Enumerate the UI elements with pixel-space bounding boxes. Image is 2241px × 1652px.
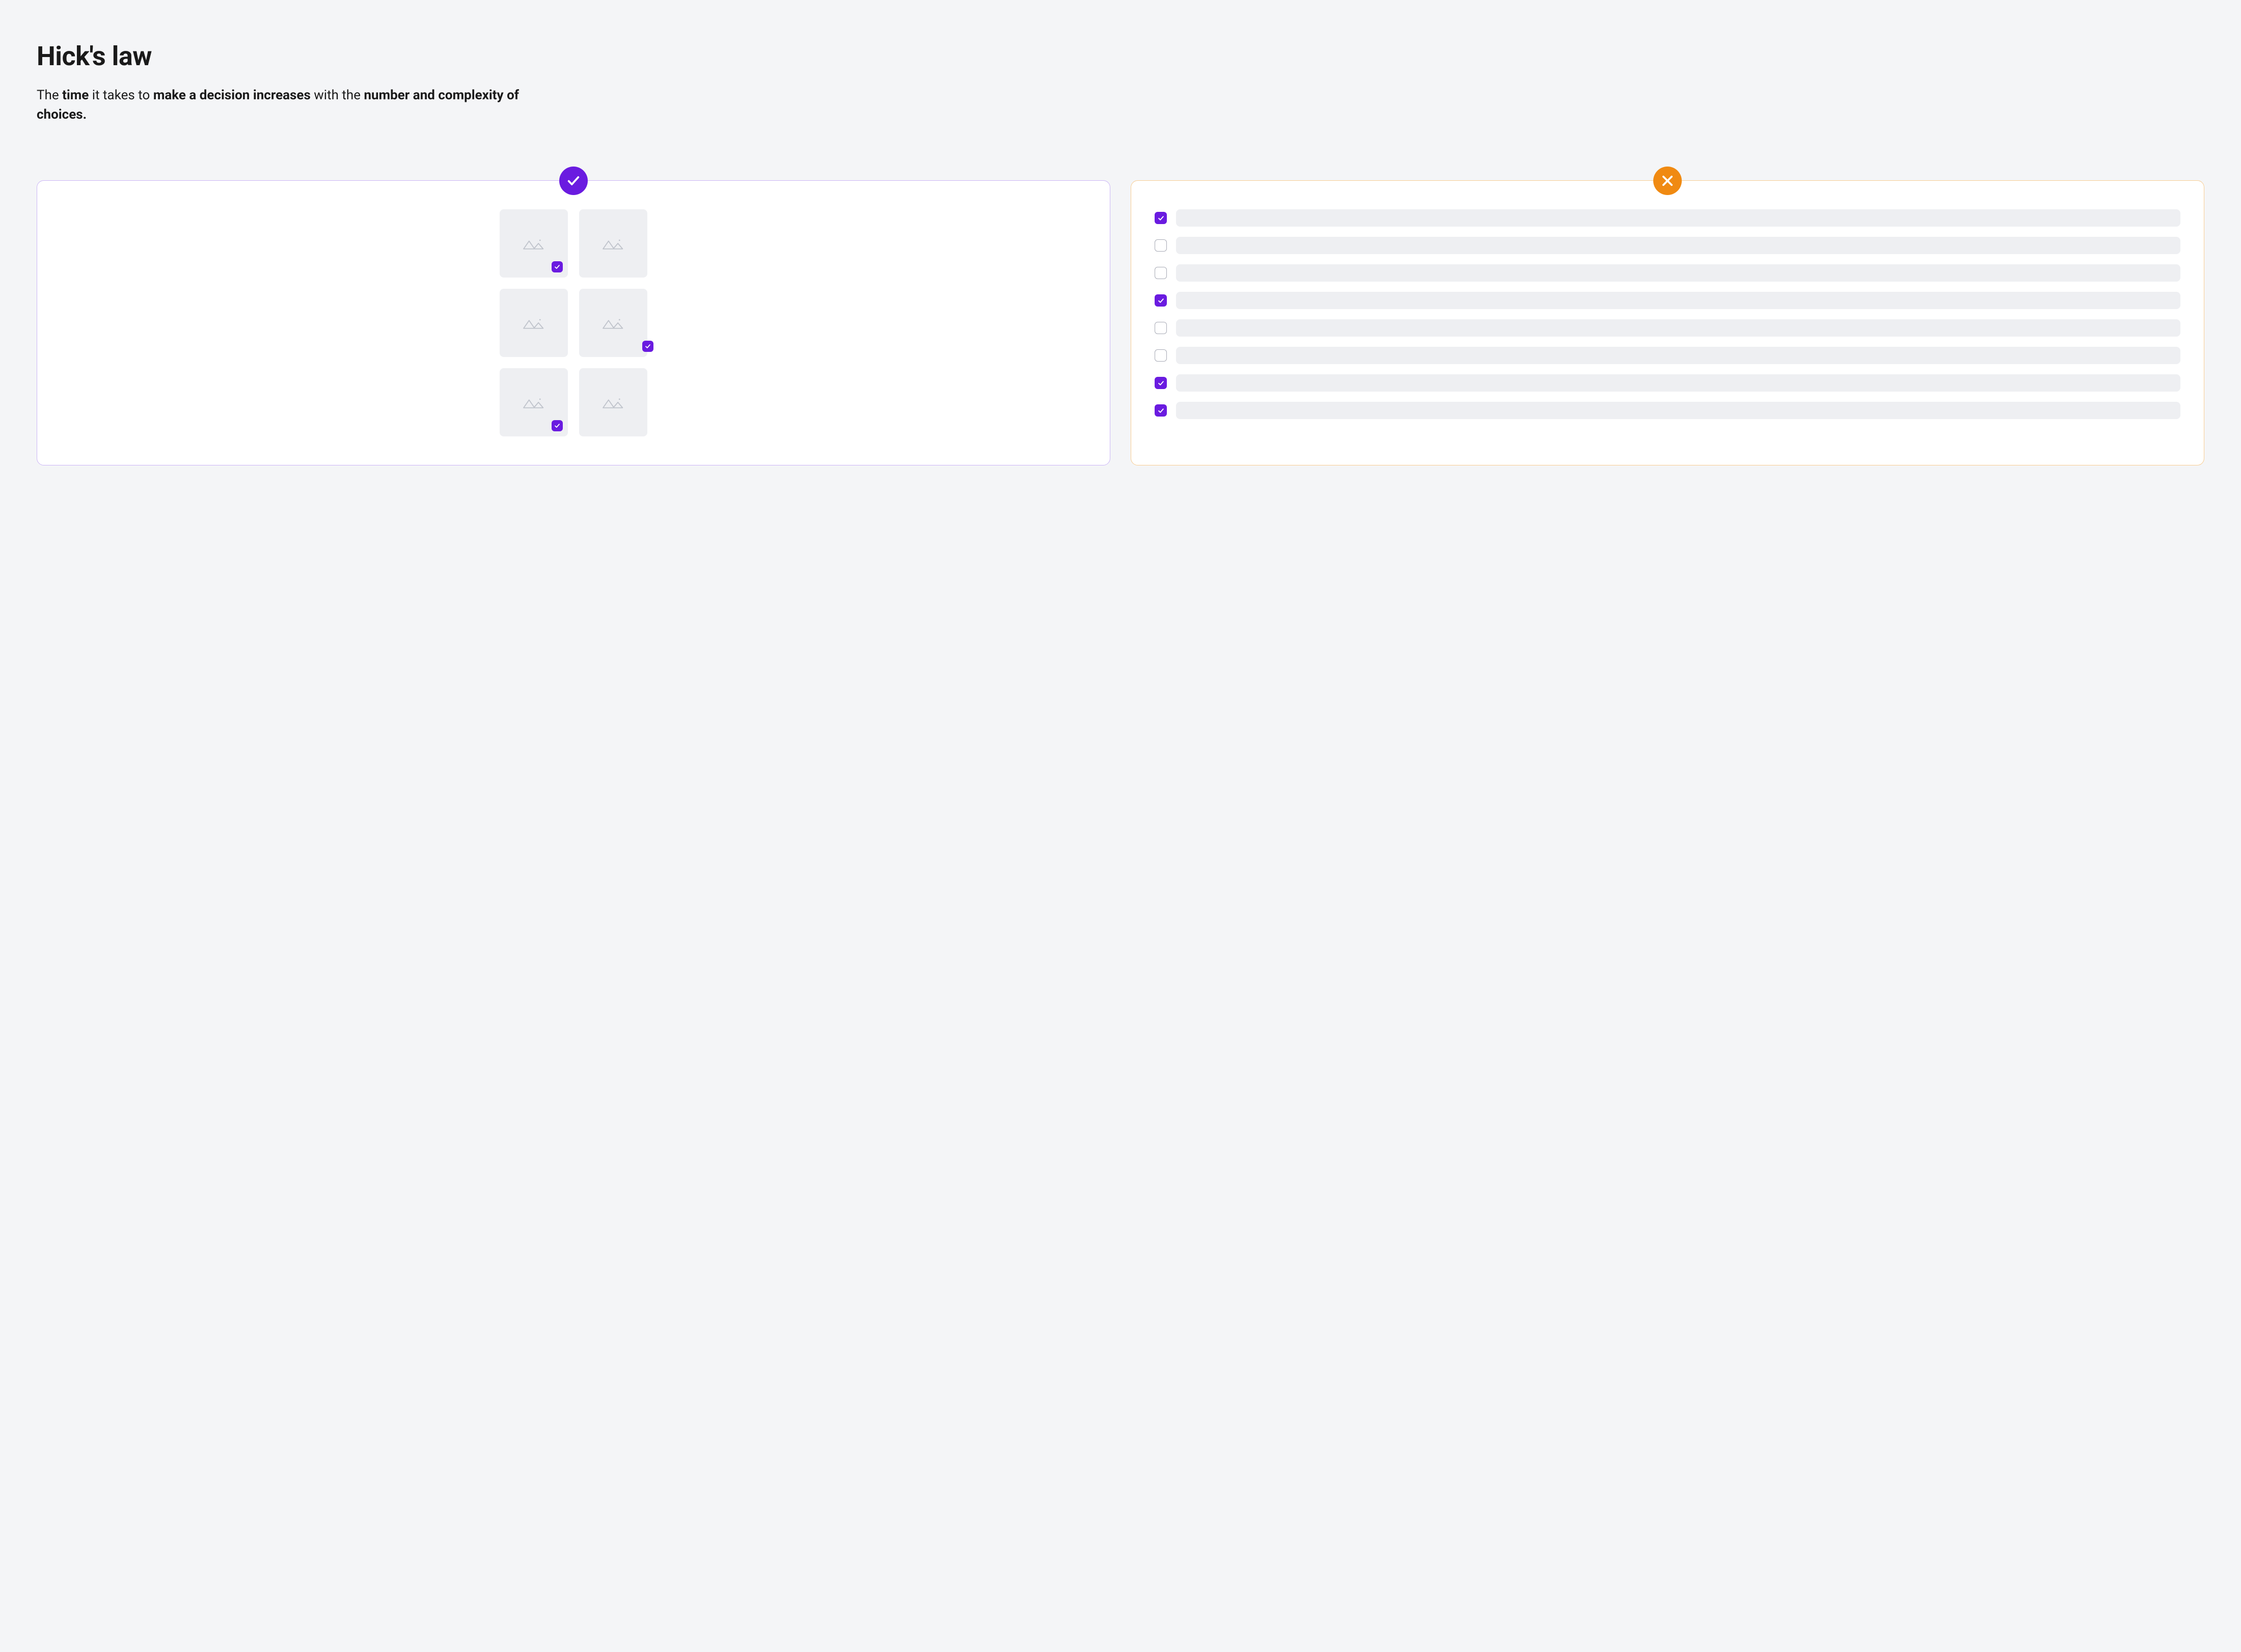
thumbnail[interactable] bbox=[500, 368, 568, 436]
option-label-placeholder bbox=[1176, 374, 2180, 392]
option-label-placeholder bbox=[1176, 319, 2180, 337]
thumbnail[interactable] bbox=[579, 209, 647, 278]
option-row bbox=[1155, 237, 2180, 254]
thumbnail-checked-icon bbox=[552, 420, 563, 431]
thumbnail[interactable] bbox=[579, 368, 647, 436]
checkbox-unchecked[interactable] bbox=[1155, 349, 1167, 362]
option-row bbox=[1155, 264, 2180, 282]
option-label-placeholder bbox=[1176, 292, 2180, 309]
checkbox-checked[interactable] bbox=[1155, 377, 1167, 389]
comparison-panels bbox=[37, 180, 2204, 465]
cross-badge-icon bbox=[1653, 167, 1682, 195]
checkbox-unchecked[interactable] bbox=[1155, 267, 1167, 279]
option-row bbox=[1155, 292, 2180, 309]
page-title: Hick's law bbox=[37, 41, 627, 72]
option-label-placeholder bbox=[1176, 264, 2180, 282]
option-row bbox=[1155, 209, 2180, 227]
checkbox-checked[interactable] bbox=[1155, 404, 1167, 417]
checkbox-checked[interactable] bbox=[1155, 294, 1167, 307]
options-list bbox=[1150, 209, 2185, 419]
checkbox-checked[interactable] bbox=[1155, 212, 1167, 224]
option-label-placeholder bbox=[1176, 209, 2180, 227]
thumbnail[interactable] bbox=[500, 209, 568, 278]
thumbnail-checked-icon bbox=[642, 341, 653, 352]
option-label-placeholder bbox=[1176, 347, 2180, 364]
checkbox-unchecked[interactable] bbox=[1155, 239, 1167, 252]
bad-example-panel bbox=[1131, 180, 2204, 465]
thumbnail-grid bbox=[56, 209, 1091, 436]
option-label-placeholder bbox=[1176, 237, 2180, 254]
option-label-placeholder bbox=[1176, 402, 2180, 419]
option-row bbox=[1155, 402, 2180, 419]
thumbnail-checked-icon bbox=[552, 261, 563, 272]
option-row bbox=[1155, 374, 2180, 392]
option-row bbox=[1155, 319, 2180, 337]
check-badge-icon bbox=[559, 167, 588, 195]
checkbox-unchecked[interactable] bbox=[1155, 322, 1167, 334]
good-example-panel bbox=[37, 180, 1110, 465]
option-row bbox=[1155, 347, 2180, 364]
thumbnail[interactable] bbox=[500, 289, 568, 357]
page-subtitle: The time it takes to make a decision inc… bbox=[37, 86, 526, 124]
thumbnail[interactable] bbox=[579, 289, 647, 357]
